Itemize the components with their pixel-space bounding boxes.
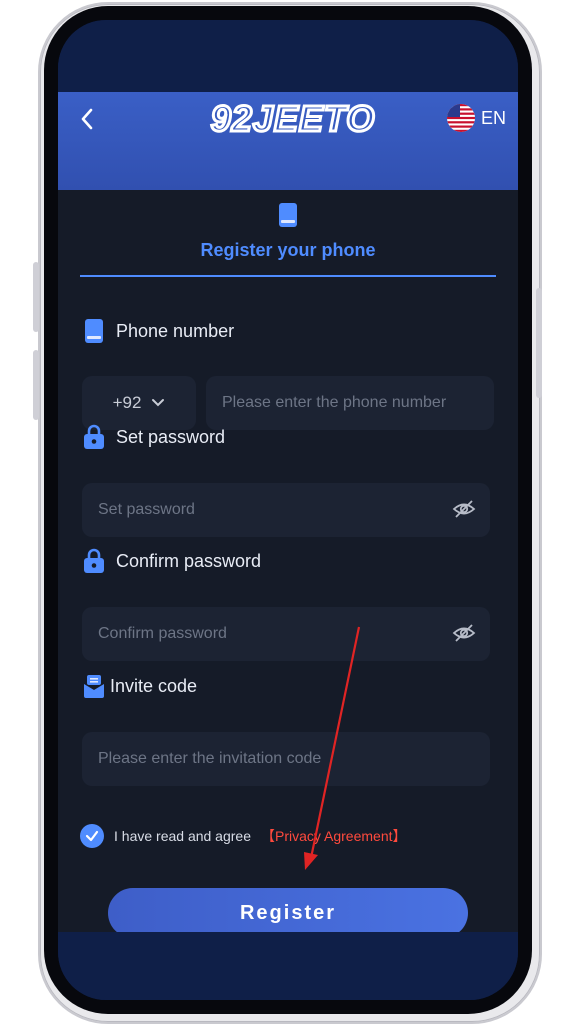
- eye-off-icon[interactable]: [452, 497, 476, 521]
- app-header: 92JEETO EN: [58, 92, 518, 190]
- set-password-placeholder: Set password: [98, 501, 195, 518]
- back-chevron-icon: [81, 108, 93, 130]
- phone-number-placeholder: Please enter the phone number: [222, 394, 447, 411]
- phone-side-button: [33, 262, 39, 332]
- country-code-value: +92: [112, 393, 142, 412]
- register-page: 92JEETO EN Register your phone Phone num…: [58, 92, 518, 938]
- us-flag-icon: [446, 104, 475, 132]
- chevron-down-icon: [152, 399, 165, 407]
- phone-side-button: [33, 350, 39, 420]
- lock-icon: [84, 548, 104, 573]
- phone-number-label: Phone number: [82, 318, 234, 344]
- confirm-password-label-text: Confirm password: [116, 550, 262, 571]
- language-selector[interactable]: EN: [446, 104, 506, 132]
- invite-code-label-text: Invite code: [110, 675, 198, 696]
- confirm-password-input[interactable]: Confirm password: [82, 607, 490, 661]
- tab-label: Register your phone: [200, 240, 376, 260]
- status-area: [58, 20, 518, 92]
- svg-text:92JEETO: 92JEETO: [211, 98, 375, 139]
- phone-screen: 92JEETO EN Register your phone Phone num…: [58, 20, 518, 1000]
- invite-code-input[interactable]: Please enter the invitation code: [82, 732, 490, 786]
- set-password-input[interactable]: Set password: [82, 483, 490, 537]
- bottom-area: [58, 932, 518, 1000]
- lock-icon: [84, 424, 104, 449]
- phone-side-button: [536, 288, 542, 398]
- invite-code-label: Invite code: [82, 673, 197, 699]
- set-password-label: Set password: [82, 424, 225, 450]
- tab-underline: [80, 275, 496, 277]
- phone-bezel: 92JEETO EN Register your phone Phone num…: [44, 6, 532, 1014]
- set-password-label-text: Set password: [116, 426, 226, 447]
- agreement-row: I have read and agree 【Privacy Agreement…: [80, 824, 407, 848]
- invite-icon: [84, 675, 104, 698]
- eye-off-icon[interactable]: [452, 621, 476, 645]
- country-code-select[interactable]: +92: [82, 376, 196, 430]
- language-label: EN: [480, 107, 506, 128]
- confirm-password-label: Confirm password: [82, 548, 261, 574]
- invite-code-placeholder: Please enter the invitation code: [98, 750, 322, 767]
- register-button[interactable]: Register: [108, 888, 468, 938]
- brand-logo: 92JEETO: [209, 97, 375, 141]
- tab-register-phone[interactable]: Register your phone: [80, 200, 496, 280]
- phone-icon: [85, 319, 103, 343]
- privacy-agreement-link[interactable]: 【Privacy Agreement】: [261, 826, 407, 846]
- confirm-password-placeholder: Confirm password: [98, 625, 227, 642]
- agree-checkbox[interactable]: [80, 824, 104, 848]
- agreement-text: I have read and agree: [114, 828, 251, 844]
- back-button[interactable]: [72, 104, 102, 134]
- checkmark-icon: [85, 830, 99, 842]
- phone-number-input[interactable]: Please enter the phone number: [206, 376, 494, 430]
- phone-icon: [279, 203, 297, 227]
- phone-number-label-text: Phone number: [116, 320, 235, 341]
